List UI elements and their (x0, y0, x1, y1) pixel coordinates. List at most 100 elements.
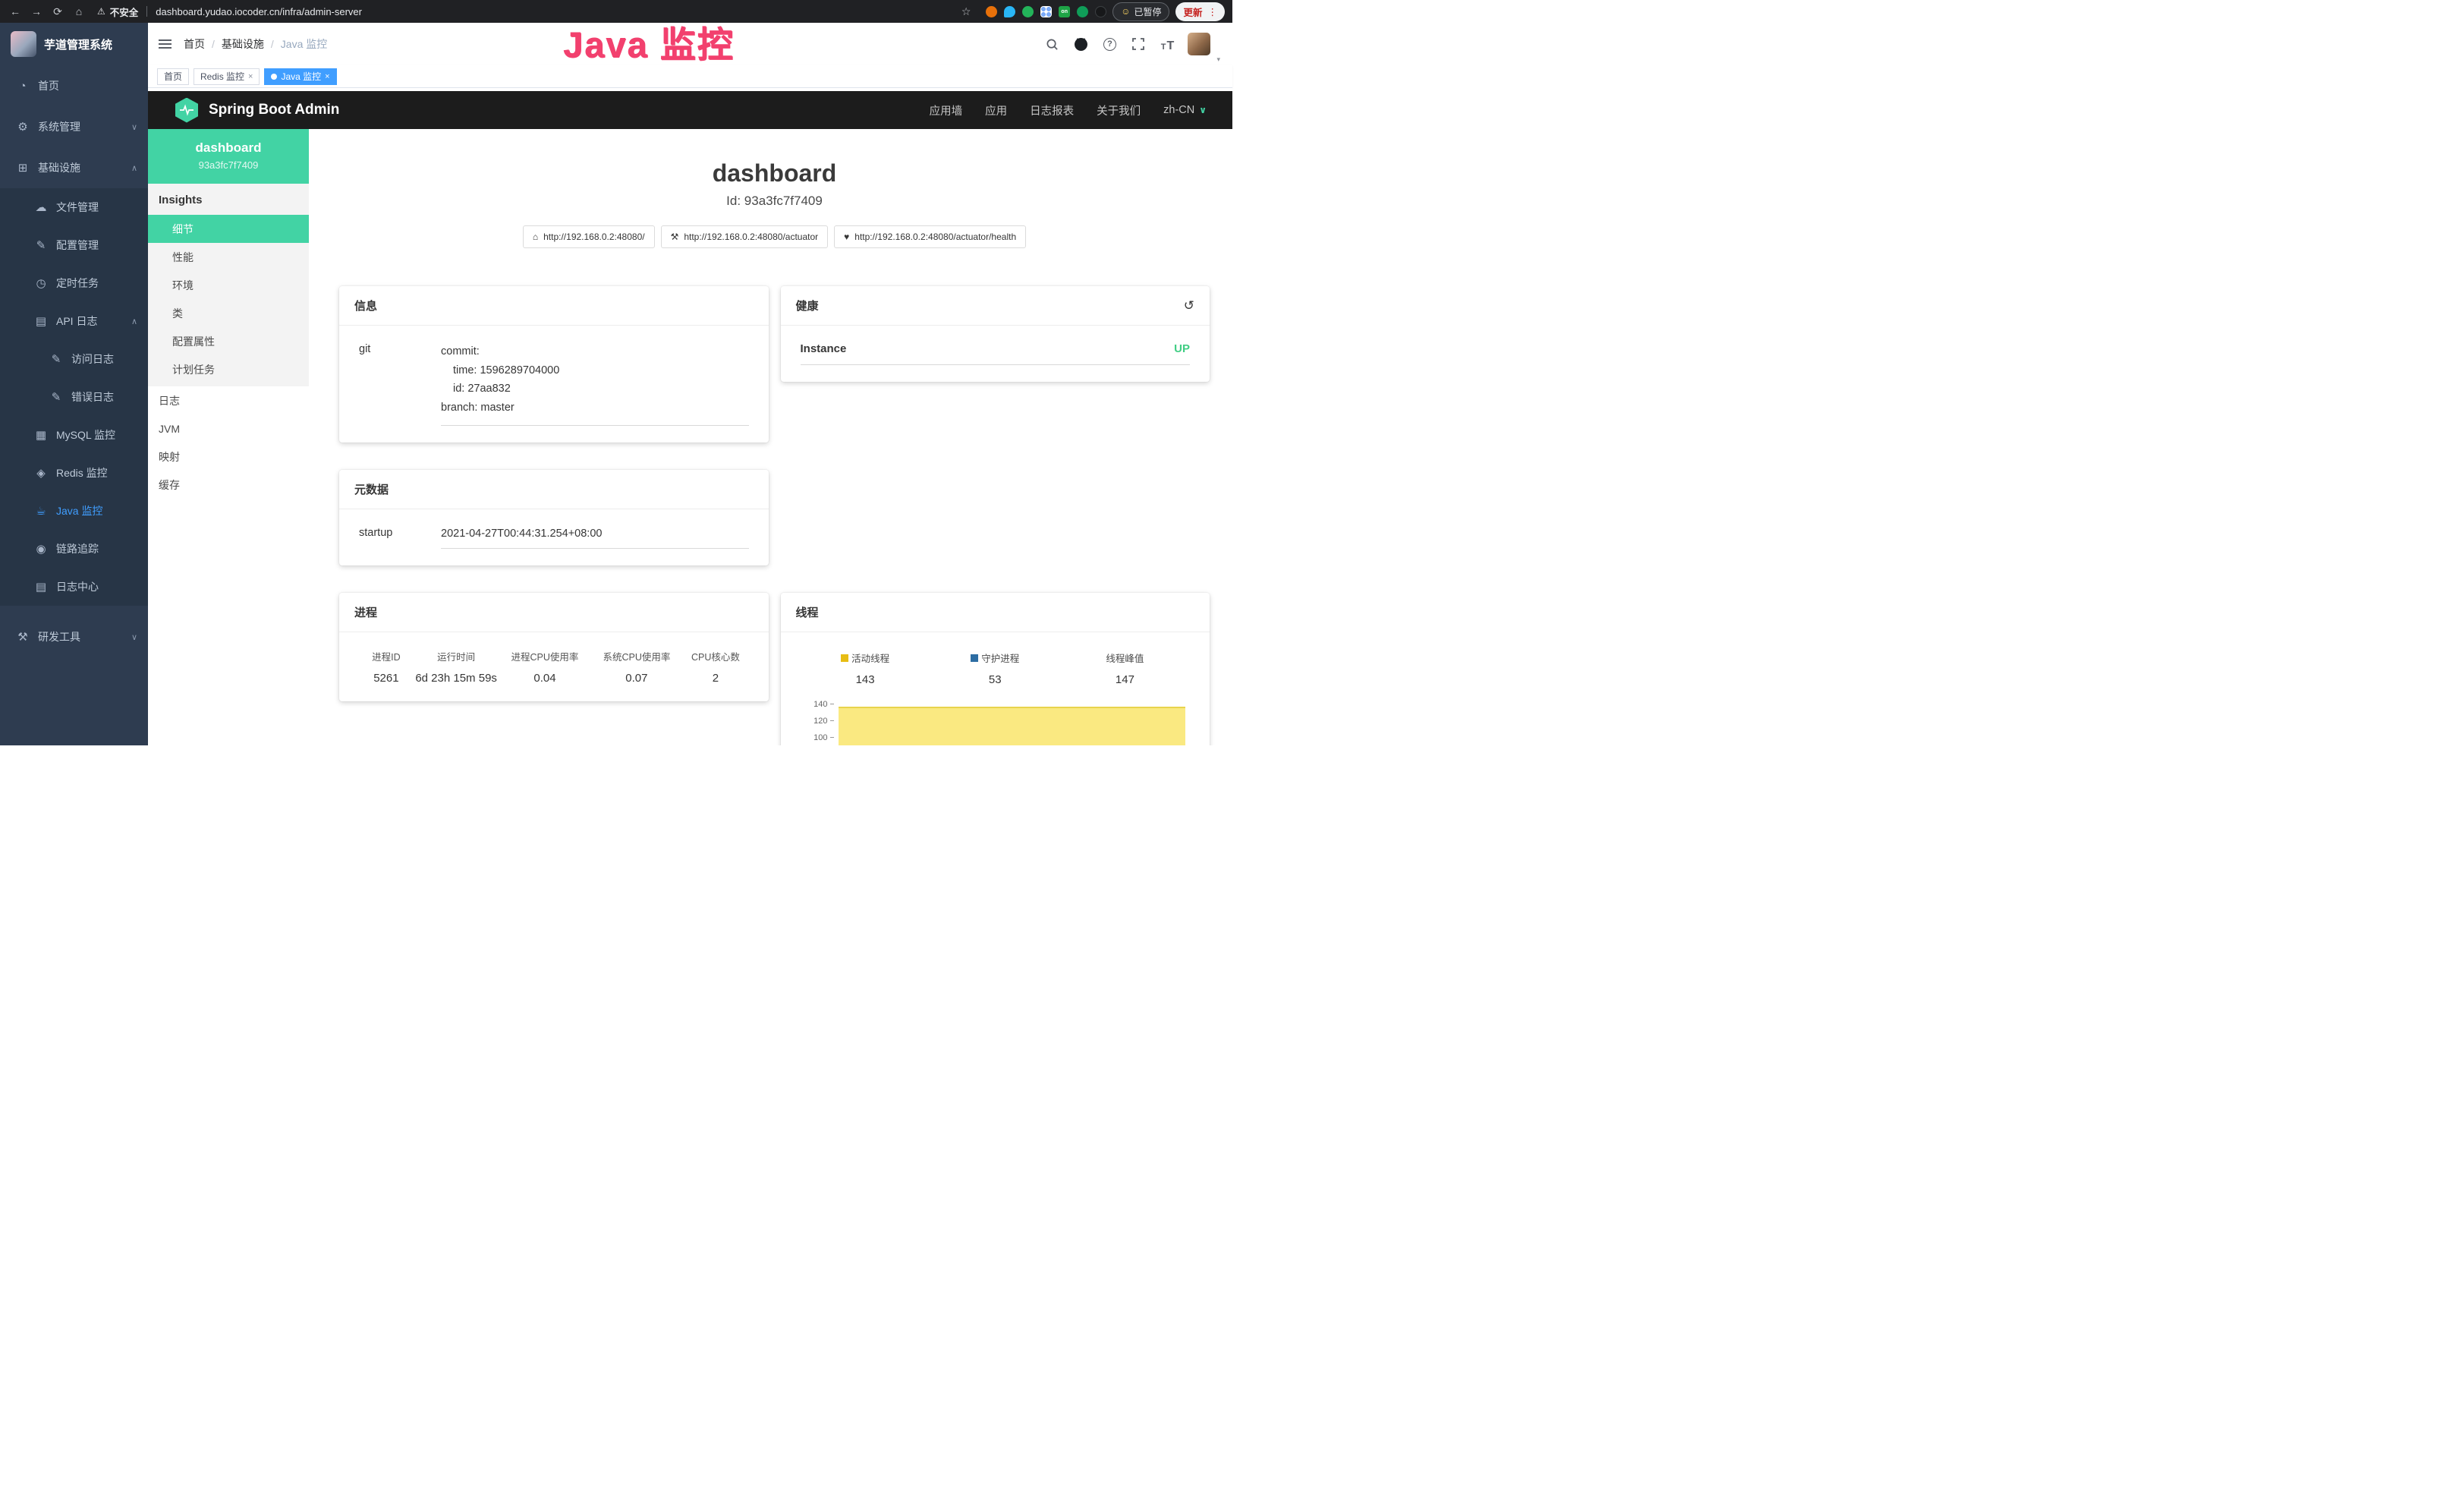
sba-menu-jvm[interactable]: JVM (148, 414, 309, 443)
cloud-icon: ☁ (33, 200, 49, 214)
sba-brand-title[interactable]: Spring Boot Admin (209, 102, 339, 118)
sidebar-item-infra[interactable]: ⊞ 基础设施 ∧ (0, 147, 148, 188)
wrench-icon: ⚒ (671, 232, 679, 242)
app-sidebar: 芋道管理系统 ◔ 首页 ⚙ 系统管理 ∨ ⊞ 基础设施 ∧ ☁ 文件管理 ✎ 配… (0, 23, 148, 745)
sidebar-item-dev-tools[interactable]: ⚒ 研发工具 ∨ (0, 616, 148, 657)
back-icon[interactable]: ← (8, 5, 23, 17)
sidebar-item-error-log[interactable]: ✎ 错误日志 (0, 378, 148, 416)
extension-icon[interactable] (1022, 6, 1034, 17)
chevron-down-icon: ∨ (131, 122, 137, 132)
sba-menu-scheduled-tasks[interactable]: 计划任务 (148, 355, 309, 383)
monitor-icon: ⊞ (15, 161, 30, 175)
instance-id: 93a3fc7f7409 (156, 159, 301, 171)
address-bar[interactable]: ⚠ 不安全 dashboard.yudao.iocoder.cn/infra/a… (93, 5, 952, 19)
sidebar-item-job[interactable]: ◷ 定时任务 (0, 264, 148, 302)
extension-icon[interactable] (1077, 6, 1088, 17)
sba-nav-wallboard[interactable]: 应用墙 (930, 102, 963, 118)
sba-menu-caches[interactable]: 缓存 (148, 471, 309, 499)
chrome-update-button[interactable]: 更新 ⋮ (1175, 2, 1225, 21)
sba-nav-applications[interactable]: 应用 (985, 102, 1007, 118)
language-select[interactable]: zh-CN ∨ (1163, 104, 1207, 116)
threads-legend: 活动线程 143 守护进程 53 线程峰值 147 (801, 650, 1191, 686)
sba-menu-metrics[interactable]: 性能 (148, 243, 309, 271)
sidebar-item-log-center[interactable]: ▤ 日志中心 (0, 568, 148, 606)
fullscreen-icon[interactable] (1130, 35, 1147, 53)
sidebar-item-system[interactable]: ⚙ 系统管理 ∨ (0, 106, 148, 147)
sidebar-item-file[interactable]: ☁ 文件管理 (0, 188, 148, 226)
user-avatar[interactable] (1188, 33, 1210, 55)
infra-submenu: ☁ 文件管理 ✎ 配置管理 ◷ 定时任务 ▤ API 日志 ∧ ✎ 访问日志 ✎… (0, 188, 148, 606)
trace-icon: ◉ (33, 542, 49, 556)
sidebar-item-config[interactable]: ✎ 配置管理 (0, 226, 148, 264)
sidebar-item-api-log[interactable]: ▤ API 日志 ∧ (0, 302, 148, 340)
breadcrumb-infra[interactable]: 基础设施 (222, 36, 264, 52)
forward-icon[interactable]: → (29, 5, 44, 17)
metadata-value: 2021-04-27T00:44:31.254+08:00 (441, 526, 749, 550)
home-icon[interactable]: ⌂ (71, 5, 87, 17)
hamburger-icon[interactable] (159, 39, 172, 49)
service-url-button[interactable]: ⌂ http://192.168.0.2:48080/ (523, 225, 655, 248)
page-instance-id: Id: 93a3fc7f7409 (339, 194, 1210, 209)
extension-icon[interactable] (1004, 6, 1015, 17)
bookmark-star-icon[interactable]: ☆ (958, 5, 974, 18)
sba-menu-classes[interactable]: 类 (148, 299, 309, 327)
menu-kebab-icon[interactable]: ⋮ (1208, 6, 1218, 17)
search-icon[interactable] (1043, 35, 1060, 53)
sba-header: Spring Boot Admin 应用墙 应用 日志报表 关于我们 zh-CN… (148, 91, 1232, 129)
tab-home[interactable]: 首页 (157, 68, 189, 85)
not-secure-warning-icon[interactable]: ⚠ (97, 6, 105, 17)
extension-icon[interactable] (1040, 6, 1052, 17)
extension-icon[interactable] (1095, 6, 1106, 17)
sidebar-item-trace[interactable]: ◉ 链路追踪 (0, 530, 148, 568)
sba-menu-details[interactable]: 细节 (148, 215, 309, 243)
profile-paused-badge[interactable]: ☺ 已暂停 (1112, 2, 1169, 21)
sba-nav-journal[interactable]: 日志报表 (1030, 102, 1074, 118)
github-icon[interactable] (1072, 35, 1089, 53)
metadata-card: 元数据 startup 2021-04-27T00:44:31.254+08:0… (339, 470, 769, 566)
tab-redis[interactable]: Redis 监控 × (194, 68, 260, 85)
process-table: 进程ID 5261 运行时间 6d 23h 15m 59s 进程CPU使用率 0… (359, 649, 749, 685)
help-icon[interactable]: ? (1101, 35, 1118, 53)
timer-icon: ◷ (33, 276, 49, 290)
sidebar-item-mysql[interactable]: ▦ MySQL 监控 (0, 416, 148, 454)
threads-card: 线程 活动线程 143 守护进程 53 (781, 593, 1210, 745)
sidebar-item-java[interactable]: ☕ Java 监控 (0, 492, 148, 530)
process-card-title: 进程 (354, 604, 377, 620)
chevron-down-icon: ∨ (1199, 105, 1207, 115)
info-key: git (359, 342, 441, 426)
sidebar-item-redis[interactable]: ◈ Redis 监控 (0, 454, 148, 492)
instance-links: ⌂ http://192.168.0.2:48080/ ⚒ http://192… (339, 225, 1210, 248)
mysql-icon: ▦ (33, 428, 49, 442)
breadcrumb-home[interactable]: 首页 (184, 36, 205, 52)
extension-on-icon[interactable]: on (1059, 6, 1070, 17)
instance-header[interactable]: dashboard 93a3fc7f7409 (148, 129, 309, 184)
chevron-down-icon: ∨ (131, 632, 137, 642)
font-size-icon[interactable]: TT (1159, 35, 1175, 53)
tab-java[interactable]: Java 监控 × (264, 68, 336, 85)
close-icon[interactable]: × (248, 72, 253, 81)
extension-icon[interactable] (986, 6, 997, 17)
sba-menu-logs[interactable]: 日志 (148, 386, 309, 414)
actuator-url-button[interactable]: ⚒ http://192.168.0.2:48080/actuator (661, 225, 829, 248)
insights-section: Insights 细节 性能 环境 类 配置属性 计划任务 (148, 184, 309, 386)
sidebar-item-home[interactable]: ◔ 首页 (0, 65, 148, 106)
close-icon[interactable]: × (325, 72, 329, 81)
api-log-icon: ▤ (33, 314, 49, 328)
reload-icon[interactable]: ⟳ (50, 5, 65, 18)
info-value: commit: time: 1596289704000 id: 27aa832 … (441, 342, 749, 426)
log-center-icon: ▤ (33, 580, 49, 594)
sidebar-item-access-log[interactable]: ✎ 访问日志 (0, 340, 148, 378)
history-icon[interactable]: ↺ (1184, 298, 1194, 313)
edit-icon: ✎ (33, 238, 49, 252)
info-card: 信息 git commit: time: 1596289704000 id: 2… (339, 286, 769, 443)
sba-nav-about[interactable]: 关于我们 (1097, 102, 1141, 118)
info-card-title: 信息 (354, 298, 377, 313)
process-card: 进程 进程ID 5261 运行时间 6d 23h 15m 59s (339, 593, 769, 701)
threads-area-series (839, 707, 1186, 745)
omnibox-divider (146, 6, 147, 17)
sba-menu-config-props[interactable]: 配置属性 (148, 327, 309, 355)
sba-menu-environment[interactable]: 环境 (148, 271, 309, 299)
sba-menu-mappings[interactable]: 映射 (148, 443, 309, 471)
health-card: 健康 ↺ Instance UP (781, 286, 1210, 382)
health-url-button[interactable]: ♥ http://192.168.0.2:48080/actuator/heal… (834, 225, 1026, 248)
